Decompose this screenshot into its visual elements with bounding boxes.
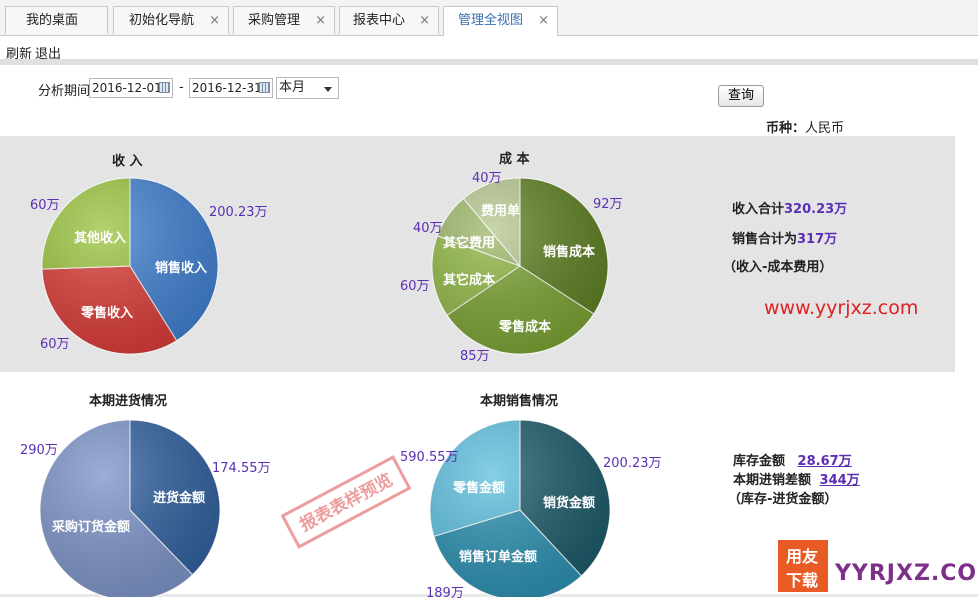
logo-line1: 用友 [786,547,819,566]
income-total-row: 收入合计320.23万 [732,198,847,217]
slice-label: 零售金额 [453,481,506,496]
diff-value-link[interactable]: 344万 [820,473,860,488]
sales-total-label: 销售合计为 [732,232,798,247]
slice-label: 零售收入 [81,306,134,321]
slice-label: 零售成本 [499,320,552,335]
slice-label: 销售成本 [543,245,596,260]
inventory-row: 库存金额 28.67万 [733,450,852,469]
inventory-value-link[interactable]: 28.67万 [798,454,852,469]
value-label: 200.23万 [603,456,662,471]
slice-label: 费用单 [481,204,521,219]
site-logo-text: YYRJXZ.COM [835,561,978,586]
pie-purchase [39,419,221,597]
value-label: 60万 [40,337,70,352]
value-label: 40万 [413,221,443,236]
slice-label: 销售订单金额 [459,550,538,565]
diff-label: 本期进销差额 [733,473,812,488]
slice-label: 销货金额 [543,496,596,511]
value-label: 40万 [472,171,502,186]
inventory-formula: （库存-进货金额） [728,492,838,507]
slice-label: 其他收入 [74,231,127,246]
value-label: 85万 [460,349,490,364]
value-label: 189万 [426,586,464,601]
income-total-value: 320.23万 [784,202,848,217]
inventory-label: 库存金额 [733,454,786,469]
slice-label: 其它成本 [443,273,496,288]
income-total-label: 收入合计 [732,202,785,217]
value-label: 290万 [20,443,58,458]
logo-line2: 下载 [786,571,819,590]
value-label: 60万 [30,198,60,213]
slice-label: 进货金额 [153,491,206,506]
pie-slice-other[interactable] [41,177,131,270]
slice-label: 其它费用 [443,236,496,251]
diff-row: 本期进销差额 344万 [733,469,860,488]
value-label: 590.55万 [400,450,459,465]
site-logo-icon: 用友 下载 [778,540,828,592]
slice-label: 销售收入 [155,261,208,276]
value-label: 174.55万 [212,461,271,476]
value-label: 60万 [400,279,430,294]
sales-total-value: 317万 [797,232,838,247]
profit-formula: （收入-成本费用） [723,260,833,275]
slice-label: 采购订货金额 [52,520,131,535]
sales-total-row: 销售合计为317万 [732,228,837,247]
value-label: 200.23万 [209,205,268,220]
value-label: 92万 [593,197,623,212]
site-watermark: www.yyrjxz.com [764,297,919,319]
